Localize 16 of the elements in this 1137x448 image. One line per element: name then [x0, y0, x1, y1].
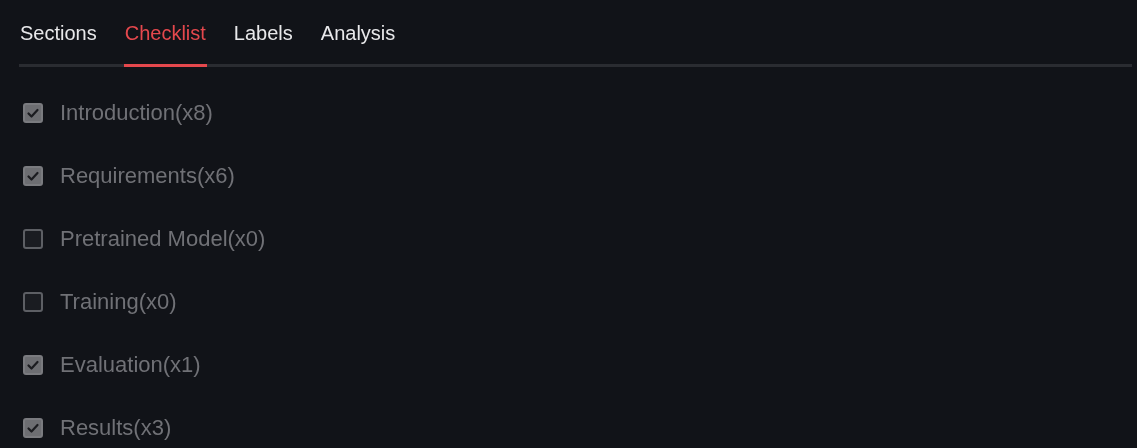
tab[interactable]: Checklist	[123, 0, 207, 67]
checklist-label: Training(x0)	[60, 288, 177, 315]
checkbox[interactable]	[23, 228, 43, 249]
checkbox[interactable]	[23, 102, 43, 123]
tab[interactable]: Labels	[232, 0, 294, 67]
checklist-label: Requirements(x6)	[60, 162, 235, 189]
checkbox[interactable]	[23, 291, 43, 312]
checkbox[interactable]	[23, 417, 43, 438]
tab[interactable]: Analysis	[319, 0, 397, 67]
checklist-label: Evaluation(x1)	[60, 351, 201, 378]
tab[interactable]: Sections	[19, 0, 98, 67]
checklist-label: Introduction(x8)	[60, 99, 213, 126]
checkbox[interactable]	[23, 165, 43, 186]
checklist-label: Pretrained Model(x0)	[60, 225, 266, 252]
checklist-label: Results(x3)	[60, 414, 172, 441]
checkbox[interactable]	[23, 354, 43, 375]
